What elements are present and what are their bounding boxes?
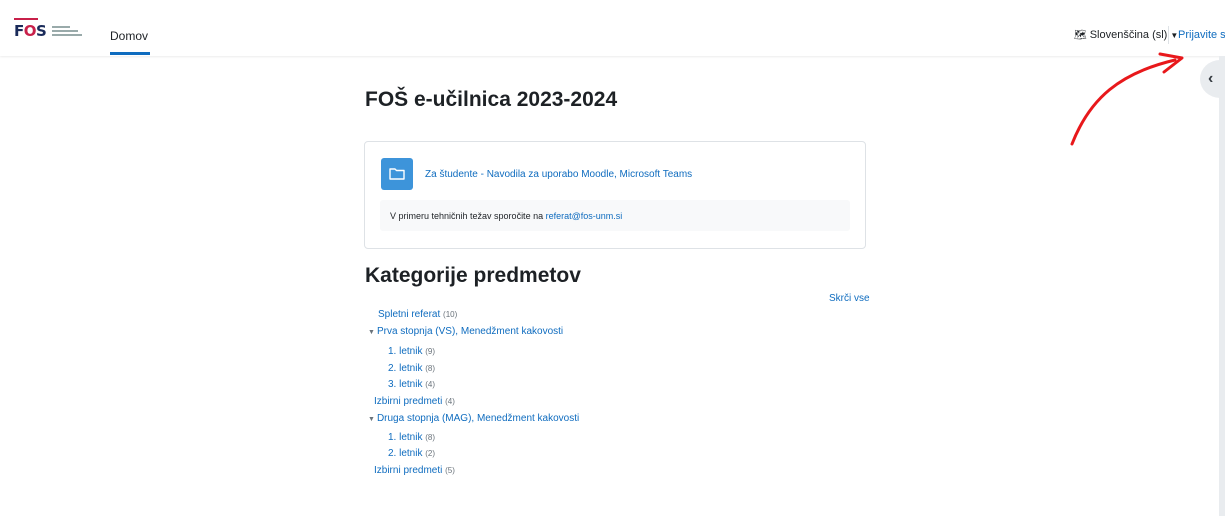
annotation-arrow — [1070, 52, 1184, 146]
chevron-left-icon: ‹ — [1208, 70, 1214, 87]
category-label: 3. letnik — [388, 379, 423, 390]
site-logo[interactable]: FOS — [14, 18, 83, 40]
category-item[interactable]: 2. letnik (2) — [388, 448, 435, 459]
language-menu[interactable]: 🗺 Slovenščina (sl) ▼ — [1074, 29, 1178, 41]
email-link[interactable]: referat@fos-unm.si — [546, 211, 623, 221]
category-label: 2. letnik — [388, 448, 423, 459]
category-item[interactable]: 1. letnik (9) — [388, 346, 435, 357]
language-icon: 🗺 — [1074, 29, 1087, 41]
category-count: (9) — [425, 347, 436, 356]
category-count: (2) — [425, 449, 436, 458]
category-label: 1. letnik — [388, 432, 423, 443]
category-count: (8) — [425, 364, 436, 373]
category-label: Izbirni predmeti — [374, 396, 443, 407]
category-item[interactable]: Spletni referat (10) — [378, 309, 457, 320]
folder-icon[interactable] — [381, 158, 413, 190]
notice-label: V primeru tehničnih težav sporočite na — [390, 211, 546, 221]
category-label: 2. letnik — [388, 363, 423, 374]
category-count: (4) — [425, 380, 436, 389]
nav-home-link[interactable]: Domov — [110, 29, 148, 43]
collapse-all-link[interactable]: Skrči vse — [829, 293, 870, 304]
frontpage-section-card: Za študente - Navodila za uporabo Moodle… — [364, 141, 866, 249]
expanded-triangle-icon[interactable]: ▼ — [368, 416, 375, 423]
category-item[interactable]: ▼ Prva stopnja (VS), Menedžment kakovosti — [368, 326, 563, 337]
category-item[interactable]: 3. letnik (4) — [388, 379, 435, 390]
category-label: Izbirni predmeti — [374, 465, 443, 476]
category-label: Prva stopnja (VS), Menedžment kakovosti — [376, 326, 564, 337]
navbar-divider — [1168, 26, 1169, 44]
category-label: Spletni referat — [378, 309, 441, 320]
open-drawer-button[interactable]: ‹ — [1200, 60, 1225, 98]
category-item[interactable]: ▼ Druga stopnja (MAG), Menedžment kakovos… — [368, 413, 579, 424]
category-label: Druga stopnja (MAG), Menedžment kakovost… — [376, 413, 580, 424]
logo-mark: FOS — [14, 18, 47, 40]
nav-active-indicator — [110, 52, 150, 55]
expanded-triangle-icon[interactable]: ▼ — [368, 329, 375, 336]
categories-heading: Kategorije predmetov — [365, 264, 581, 287]
category-label: 1. letnik — [388, 346, 423, 357]
category-item[interactable]: 2. letnik (8) — [388, 363, 435, 374]
category-item[interactable]: Izbirni predmeti (5) — [374, 465, 455, 476]
category-count: (10) — [443, 310, 458, 319]
category-count: (5) — [445, 466, 455, 475]
drawer-edge — [1219, 56, 1225, 516]
category-count: (4) — [445, 397, 455, 406]
category-item[interactable]: Izbirni predmeti (4) — [374, 396, 455, 407]
category-count: (8) — [425, 433, 436, 442]
page-title: FOŠ e-učilnica 2023-2024 — [365, 88, 618, 111]
activity-link[interactable]: Za študente - Navodila za uporabo Moodle… — [425, 169, 692, 180]
notice-text: V primeru tehničnih težav sporočite na r… — [390, 211, 622, 221]
top-navbar: FOS Domov 🗺 Slovenščina (sl) ▼ Prijavite… — [0, 0, 1225, 56]
login-link[interactable]: Prijavite se — [1178, 29, 1225, 41]
language-label: Slovenščina (sl) — [1089, 29, 1168, 41]
category-item[interactable]: 1. letnik (8) — [388, 432, 435, 443]
logo-subtitle — [52, 26, 83, 36]
notice-box: V primeru tehničnih težav sporočite na r… — [380, 200, 850, 231]
